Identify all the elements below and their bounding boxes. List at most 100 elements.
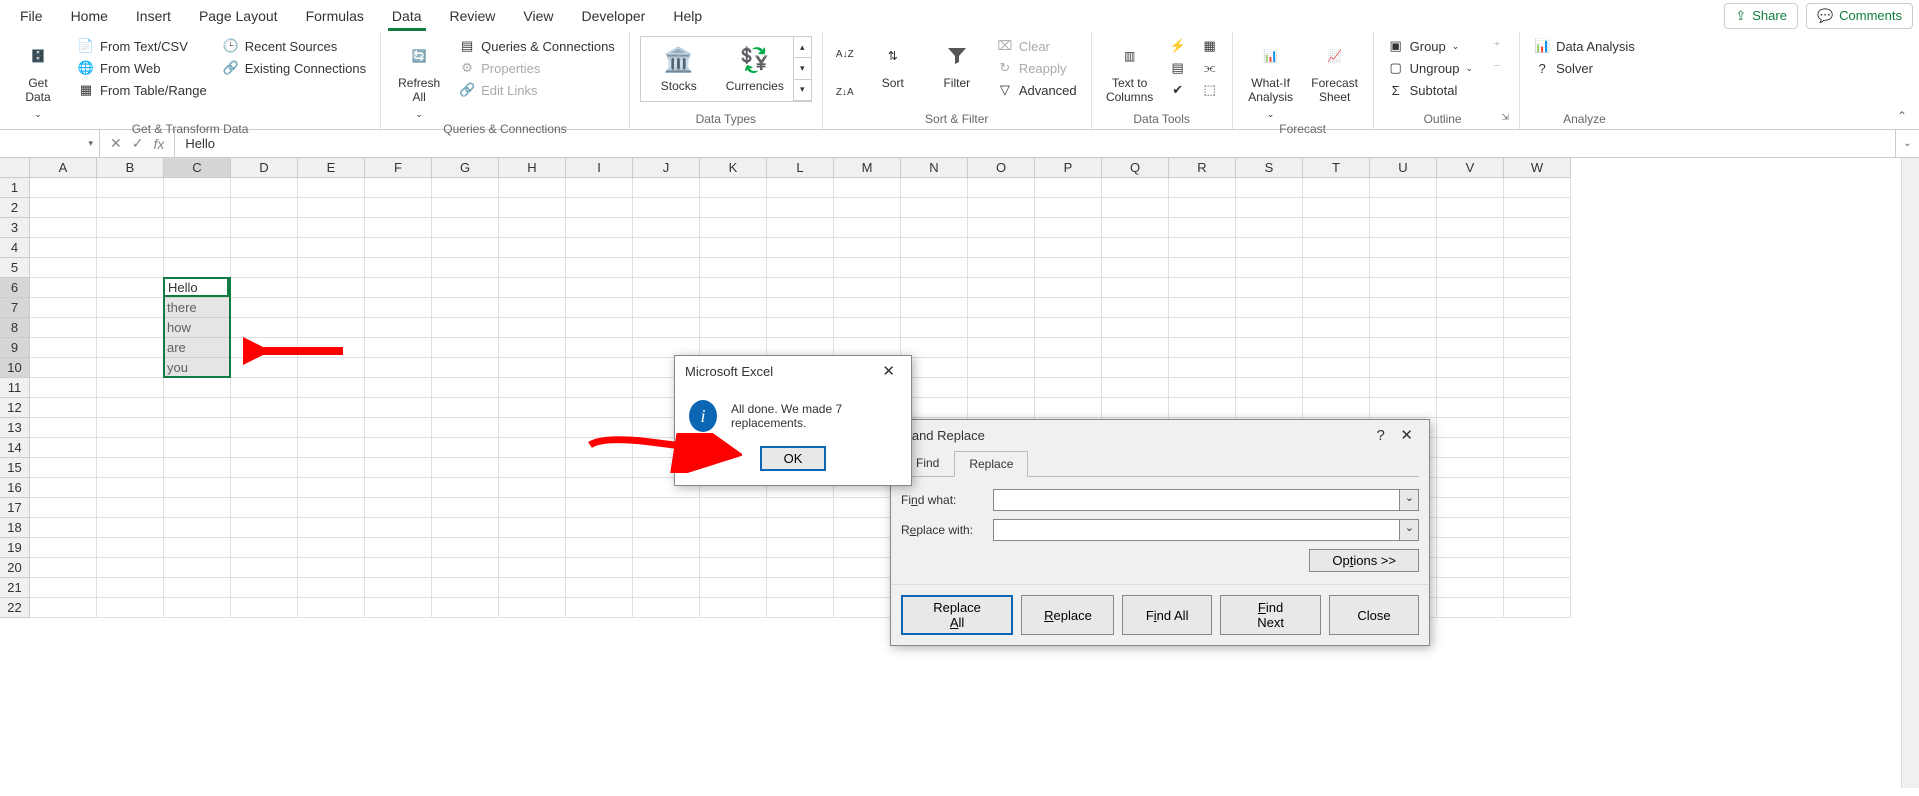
column-header-H[interactable]: H	[499, 158, 566, 178]
cell-D21[interactable]	[231, 578, 298, 598]
cell-B15[interactable]	[97, 458, 164, 478]
cell-F12[interactable]	[365, 398, 432, 418]
replace-button[interactable]: Replace	[1021, 595, 1114, 635]
cell-U1[interactable]	[1370, 178, 1437, 198]
column-header-A[interactable]: A	[30, 158, 97, 178]
cell-G7[interactable]	[432, 298, 499, 318]
column-header-L[interactable]: L	[767, 158, 834, 178]
cell-F5[interactable]	[365, 258, 432, 278]
cell-A16[interactable]	[30, 478, 97, 498]
cell-B22[interactable]	[97, 598, 164, 618]
sort-za-button[interactable]: Z↓A	[833, 82, 857, 102]
cell-C19[interactable]	[164, 538, 231, 558]
cell-S3[interactable]	[1236, 218, 1303, 238]
cell-A2[interactable]	[30, 198, 97, 218]
cell-V8[interactable]	[1437, 318, 1504, 338]
column-header-Q[interactable]: Q	[1102, 158, 1169, 178]
cell-G6[interactable]	[432, 278, 499, 298]
cell-J3[interactable]	[633, 218, 700, 238]
cell-U10[interactable]	[1370, 358, 1437, 378]
cell-T8[interactable]	[1303, 318, 1370, 338]
cell-V22[interactable]	[1437, 598, 1504, 618]
column-header-V[interactable]: V	[1437, 158, 1504, 178]
cell-E11[interactable]	[298, 378, 365, 398]
cell-B16[interactable]	[97, 478, 164, 498]
close-button[interactable]: Close	[1329, 595, 1419, 635]
cell-O9[interactable]	[968, 338, 1035, 358]
row-header-13[interactable]: 13	[0, 418, 30, 438]
cell-E10[interactable]	[298, 358, 365, 378]
cell-K4[interactable]	[700, 238, 767, 258]
cell-D2[interactable]	[231, 198, 298, 218]
cell-C8[interactable]: how	[164, 318, 231, 338]
cell-G13[interactable]	[432, 418, 499, 438]
cell-F22[interactable]	[365, 598, 432, 618]
cell-D13[interactable]	[231, 418, 298, 438]
cell-D5[interactable]	[231, 258, 298, 278]
cell-W6[interactable]	[1504, 278, 1571, 298]
cell-U2[interactable]	[1370, 198, 1437, 218]
cell-V12[interactable]	[1437, 398, 1504, 418]
tab-file[interactable]: File	[6, 2, 57, 30]
replace-tab[interactable]: Replace	[954, 451, 1028, 477]
cell-L2[interactable]	[767, 198, 834, 218]
cell-I2[interactable]	[566, 198, 633, 218]
cell-M5[interactable]	[834, 258, 901, 278]
cell-K2[interactable]	[700, 198, 767, 218]
cell-T3[interactable]	[1303, 218, 1370, 238]
cell-F18[interactable]	[365, 518, 432, 538]
cell-E6[interactable]	[298, 278, 365, 298]
cell-G8[interactable]	[432, 318, 499, 338]
properties-button[interactable]: ⚙Properties	[455, 58, 619, 78]
cell-V1[interactable]	[1437, 178, 1504, 198]
cell-V9[interactable]	[1437, 338, 1504, 358]
cell-H10[interactable]	[499, 358, 566, 378]
cell-C11[interactable]	[164, 378, 231, 398]
cell-H6[interactable]	[499, 278, 566, 298]
column-header-E[interactable]: E	[298, 158, 365, 178]
cell-V7[interactable]	[1437, 298, 1504, 318]
cell-S11[interactable]	[1236, 378, 1303, 398]
row-header-21[interactable]: 21	[0, 578, 30, 598]
tab-formulas[interactable]: Formulas	[292, 2, 378, 30]
cell-F19[interactable]	[365, 538, 432, 558]
cell-K22[interactable]	[700, 598, 767, 618]
cell-W19[interactable]	[1504, 538, 1571, 558]
cell-P10[interactable]	[1035, 358, 1102, 378]
comments-button[interactable]: 💬Comments	[1806, 3, 1913, 29]
cell-H2[interactable]	[499, 198, 566, 218]
cell-S10[interactable]	[1236, 358, 1303, 378]
cell-F16[interactable]	[365, 478, 432, 498]
cell-A22[interactable]	[30, 598, 97, 618]
cell-W10[interactable]	[1504, 358, 1571, 378]
cell-C12[interactable]	[164, 398, 231, 418]
data-validation-button[interactable]: ✔	[1166, 80, 1190, 100]
cell-I21[interactable]	[566, 578, 633, 598]
cell-I15[interactable]	[566, 458, 633, 478]
row-header-2[interactable]: 2	[0, 198, 30, 218]
cell-D16[interactable]	[231, 478, 298, 498]
find-all-button[interactable]: Find All	[1122, 595, 1212, 635]
cell-E1[interactable]	[298, 178, 365, 198]
cell-H19[interactable]	[499, 538, 566, 558]
cell-W15[interactable]	[1504, 458, 1571, 478]
cell-Q12[interactable]	[1102, 398, 1169, 418]
cell-A19[interactable]	[30, 538, 97, 558]
edit-links-button[interactable]: 🔗Edit Links	[455, 80, 619, 100]
cell-I20[interactable]	[566, 558, 633, 578]
cell-F4[interactable]	[365, 238, 432, 258]
whatif-button[interactable]: 📊What-If Analysis⌄	[1243, 36, 1299, 120]
cell-R8[interactable]	[1169, 318, 1236, 338]
cell-M7[interactable]	[834, 298, 901, 318]
cell-A18[interactable]	[30, 518, 97, 538]
cell-D9[interactable]	[231, 338, 298, 358]
cell-A3[interactable]	[30, 218, 97, 238]
cell-J22[interactable]	[633, 598, 700, 618]
cell-R10[interactable]	[1169, 358, 1236, 378]
cell-A12[interactable]	[30, 398, 97, 418]
subtotal-button[interactable]: ΣSubtotal	[1384, 80, 1477, 100]
cell-A14[interactable]	[30, 438, 97, 458]
cell-H9[interactable]	[499, 338, 566, 358]
cell-P3[interactable]	[1035, 218, 1102, 238]
cell-W8[interactable]	[1504, 318, 1571, 338]
